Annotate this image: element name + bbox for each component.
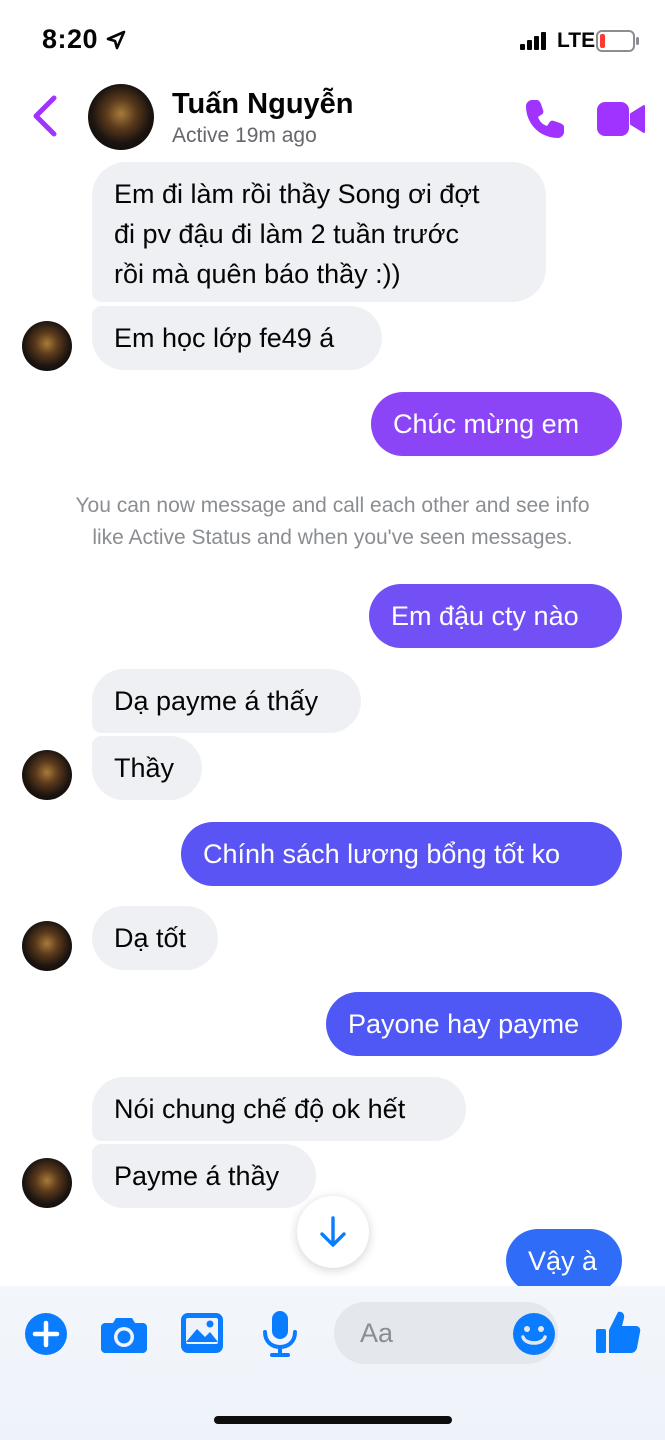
status-time: 8:20 [42, 24, 99, 54]
status-bar: 8:20 LTE [0, 0, 665, 80]
emoji-icon[interactable] [512, 1312, 556, 1356]
contact-name[interactable]: Tuấn Nguyễn [172, 88, 354, 121]
sender-avatar[interactable] [22, 321, 72, 371]
battery-icon [596, 30, 639, 52]
microphone-icon[interactable] [262, 1310, 298, 1358]
message-outgoing[interactable]: Chúc mừng em [371, 392, 622, 456]
camera-icon[interactable] [100, 1314, 148, 1354]
conversation-header: Tuấn Nguyễn Active 19m ago [0, 80, 665, 162]
sender-avatar[interactable] [22, 921, 72, 971]
signal-icon [520, 32, 546, 50]
system-notice: You can now message and call each other … [75, 494, 590, 549]
message-incoming[interactable]: Nói chung chế độ ok hết [92, 1077, 466, 1141]
contact-active-status: Active 19m ago [172, 124, 317, 147]
video-camera-icon[interactable] [596, 100, 646, 138]
arrow-down-icon [320, 1216, 346, 1247]
message-incoming[interactable]: Dạ payme á thấy [92, 669, 361, 733]
sender-avatar[interactable] [22, 1158, 72, 1208]
sender-avatar[interactable] [22, 750, 72, 800]
image-icon[interactable] [180, 1312, 224, 1354]
message-outgoing[interactable]: Chính sách lương bổng tốt ko [181, 822, 622, 886]
phone-icon[interactable] [522, 96, 568, 142]
message-input[interactable] [334, 1302, 558, 1364]
scroll-to-bottom-button[interactable] [297, 1196, 369, 1268]
message-outgoing[interactable]: Vậy à [506, 1229, 622, 1293]
location-arrow-icon [106, 30, 126, 50]
message-outgoing[interactable]: Payone hay payme [326, 992, 622, 1056]
network-label: LTE [557, 29, 596, 52]
message-incoming[interactable]: Dạ tốt [92, 906, 218, 970]
contact-avatar[interactable] [88, 84, 154, 150]
message-outgoing[interactable]: Em đậu cty nào [369, 584, 622, 648]
message-composer [0, 1286, 665, 1440]
message-incoming[interactable]: Payme á thầy [92, 1144, 316, 1208]
message-incoming[interactable]: Em học lớp fe49 á [92, 306, 382, 370]
home-indicator [214, 1416, 452, 1424]
message-incoming[interactable]: Em đi làm rồi thầy Song ơi đợt đi pv đậu… [92, 162, 546, 302]
message-incoming[interactable]: Thầy [92, 736, 202, 800]
back-chevron-icon[interactable] [28, 94, 64, 138]
message-text-input[interactable] [360, 1316, 500, 1350]
thumbs-up-icon[interactable] [594, 1308, 642, 1356]
plus-icon[interactable] [24, 1312, 68, 1356]
